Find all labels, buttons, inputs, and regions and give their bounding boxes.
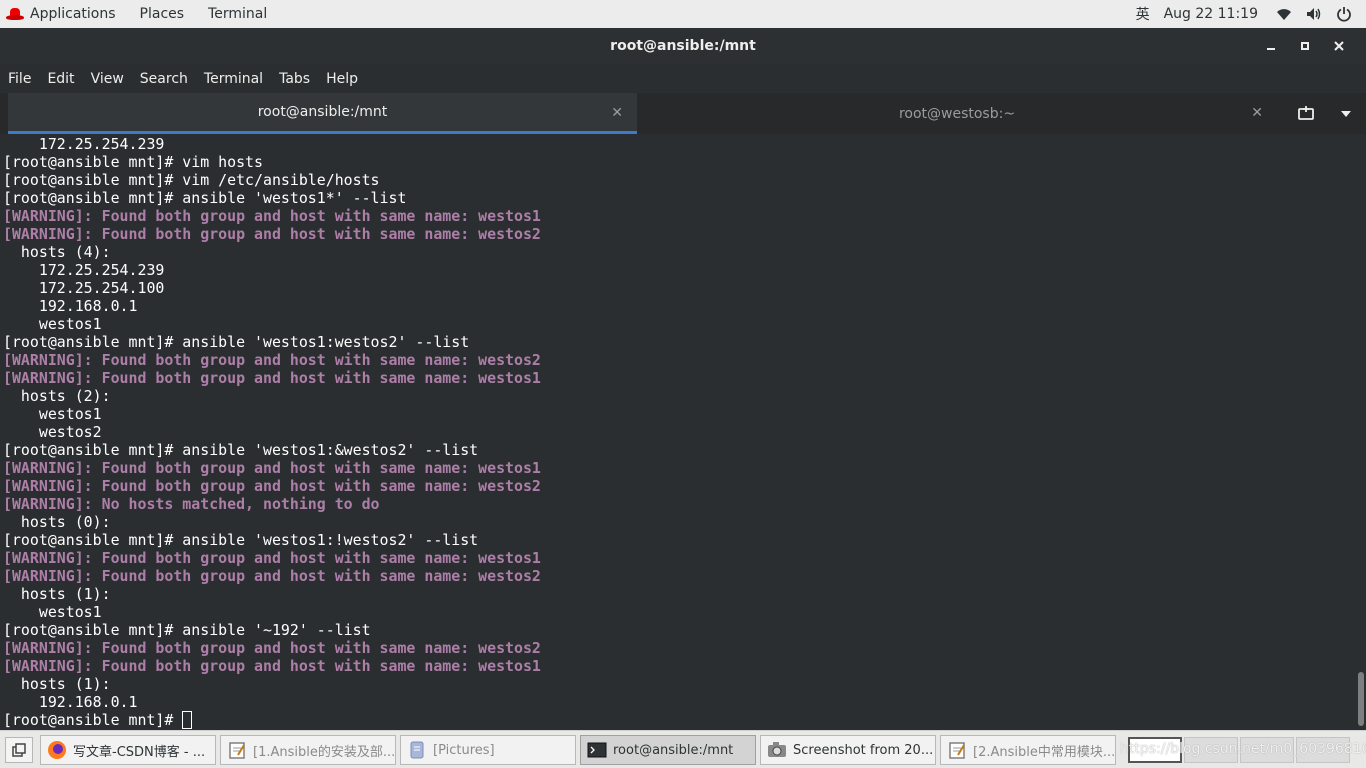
terminal-warning-line: [WARNING]: Found both group and host wit…: [3, 369, 541, 387]
terminal-output[interactable]: 172.25.254.239 [root@ansible mnt]# vim ho…: [0, 134, 1366, 730]
minimize-button[interactable]: [1254, 28, 1288, 64]
terminal-warning-line: [WARNING]: Found both group and host wit…: [3, 459, 541, 477]
menu-tabs[interactable]: Tabs: [279, 71, 310, 87]
menu-file[interactable]: File: [8, 71, 31, 87]
terminal-prompt-line: [root@ansible mnt]#: [3, 711, 541, 729]
terminal-line: [root@ansible mnt]# ansible '~192' --lis…: [3, 621, 371, 639]
terminal-line: westos2: [3, 423, 102, 441]
screenshot-icon: [767, 740, 787, 760]
maximize-button[interactable]: [1288, 28, 1322, 64]
window-title: root@ansible:/mnt: [610, 38, 756, 54]
terminal-line: [root@ansible mnt]# vim hosts: [3, 153, 263, 171]
terminal-line: hosts (1):: [3, 675, 111, 693]
volume-icon[interactable]: [1306, 6, 1322, 22]
taskbar-item-editor-1[interactable]: [1.Ansible的安装及部...: [220, 735, 396, 765]
tab-bar: root@ansible:/mnt ✕ root@westosb:~ ✕: [0, 93, 1366, 134]
terminal-warning-line: [WARNING]: Found both group and host wit…: [3, 477, 541, 495]
task-label: root@ansible:/mnt: [613, 742, 734, 758]
menu-search[interactable]: Search: [140, 71, 188, 87]
tab-westosb[interactable]: root@westosb:~ ✕: [637, 93, 1277, 134]
terminal-line: 192.168.0.1: [3, 297, 138, 315]
redhat-logo-icon: [6, 8, 24, 20]
terminal-warning-line: [WARNING]: Found both group and host wit…: [3, 567, 541, 585]
terminal-line: westos1: [3, 603, 102, 621]
terminal-line: hosts (0):: [3, 513, 111, 531]
text-editor-icon: [947, 740, 967, 760]
terminal-warning-line: [WARNING]: Found both group and host wit…: [3, 549, 541, 567]
terminal-line: 172.25.254.100: [3, 279, 165, 297]
tab-label: root@westosb:~: [898, 105, 1016, 122]
tab-close-icon[interactable]: ✕: [611, 105, 623, 121]
terminal-warning-line: [WARNING]: No hosts matched, nothing to …: [3, 495, 380, 513]
terminal-app-label: Terminal: [208, 6, 268, 22]
terminal-line: hosts (2):: [3, 387, 111, 405]
terminal-line: [root@ansible mnt]# ansible 'westos1:wes…: [3, 333, 470, 351]
terminal-line: 172.25.254.239: [3, 135, 165, 153]
terminal-warning-line: [WARNING]: Found both group and host wit…: [3, 207, 541, 225]
tab-ansible[interactable]: root@ansible:/mnt ✕: [8, 93, 637, 134]
menu-view[interactable]: View: [91, 71, 124, 87]
clock[interactable]: Aug 22 11:19: [1164, 6, 1258, 22]
terminal-line: hosts (1):: [3, 585, 111, 603]
text-editor-icon: [227, 740, 247, 760]
taskbar-item-editor-2[interactable]: [2.Ansible中常用模块...: [940, 735, 1116, 765]
tab-label: root@ansible:/mnt: [257, 104, 388, 120]
terminal-warning-line: [WARNING]: Found both group and host wit…: [3, 639, 541, 657]
watermark: https://blog.csdn.net/m0_60396816: [1120, 741, 1366, 757]
power-icon[interactable]: [1336, 6, 1352, 22]
input-method-indicator[interactable]: 英: [1136, 4, 1150, 24]
terminal-line: westos1: [3, 405, 102, 423]
applications-label: Applications: [30, 6, 116, 22]
task-label: 写文章-CSDN博客 - ...: [73, 744, 206, 760]
taskbar-item-terminal[interactable]: root@ansible:/mnt: [580, 735, 756, 765]
taskbar-item-firefox[interactable]: 写文章-CSDN博客 - ...: [40, 735, 216, 765]
file-manager-icon: [407, 740, 427, 760]
menu-help[interactable]: Help: [326, 71, 358, 87]
menu-terminal[interactable]: Terminal: [204, 71, 263, 87]
task-label: Screenshot from 20...: [793, 742, 934, 758]
task-label: [1.Ansible的安装及部...: [253, 744, 395, 760]
terminal-line: hosts (4):: [3, 243, 111, 261]
terminal-line: 192.168.0.1: [3, 693, 138, 711]
taskbar: 写文章-CSDN博客 - ... [1.Ansible的安装及部... [Pic…: [0, 730, 1366, 768]
show-desktop-button[interactable]: [5, 737, 33, 763]
taskbar-item-pictures[interactable]: [Pictures]: [400, 735, 576, 765]
applications-menu[interactable]: Applications: [0, 0, 128, 28]
terminal-line: [root@ansible mnt]# ansible 'westos1:&we…: [3, 441, 479, 459]
terminal-cursor: [182, 711, 193, 729]
terminal-line: westos1: [3, 315, 102, 333]
tab-close-icon[interactable]: ✕: [1251, 105, 1263, 121]
terminal-line: 172.25.254.239: [3, 261, 165, 279]
top-bar: Applications Places Terminal 英 Aug 22 11…: [0, 0, 1366, 28]
close-button[interactable]: [1322, 28, 1356, 64]
terminal-scrollbar[interactable]: [1358, 672, 1364, 726]
tab-menu-chevron-down-icon[interactable]: [1326, 93, 1366, 134]
places-menu[interactable]: Places: [128, 0, 197, 28]
firefox-icon: [47, 740, 67, 760]
terminal-prompt: [root@ansible mnt]#: [3, 711, 183, 729]
terminal-line: [root@ansible mnt]# vim /etc/ansible/hos…: [3, 171, 380, 189]
taskbar-item-screenshot[interactable]: Screenshot from 20...: [760, 735, 936, 765]
terminal-warning-line: [WARNING]: Found both group and host wit…: [3, 657, 541, 675]
terminal-icon: [587, 740, 607, 760]
places-label: Places: [139, 6, 185, 22]
terminal-line: [root@ansible mnt]# ansible 'westos1:!we…: [3, 531, 479, 549]
menu-bar: File Edit View Search Terminal Tabs Help: [0, 64, 1366, 93]
terminal-warning-line: [WARNING]: Found both group and host wit…: [3, 351, 541, 369]
terminal-app-menu[interactable]: Terminal: [196, 0, 279, 28]
terminal-line: [root@ansible mnt]# ansible 'westos1*' -…: [3, 189, 407, 207]
task-label: [Pictures]: [433, 742, 495, 758]
terminal-lines: 172.25.254.239 [root@ansible mnt]# vim ho…: [3, 135, 541, 729]
task-label: [2.Ansible中常用模块...: [973, 744, 1115, 760]
new-tab-button[interactable]: [1286, 93, 1326, 134]
terminal-warning-line: [WARNING]: Found both group and host wit…: [3, 225, 541, 243]
menu-edit[interactable]: Edit: [47, 71, 74, 87]
window-titlebar[interactable]: root@ansible:/mnt: [0, 28, 1366, 64]
wifi-icon[interactable]: [1276, 6, 1292, 22]
